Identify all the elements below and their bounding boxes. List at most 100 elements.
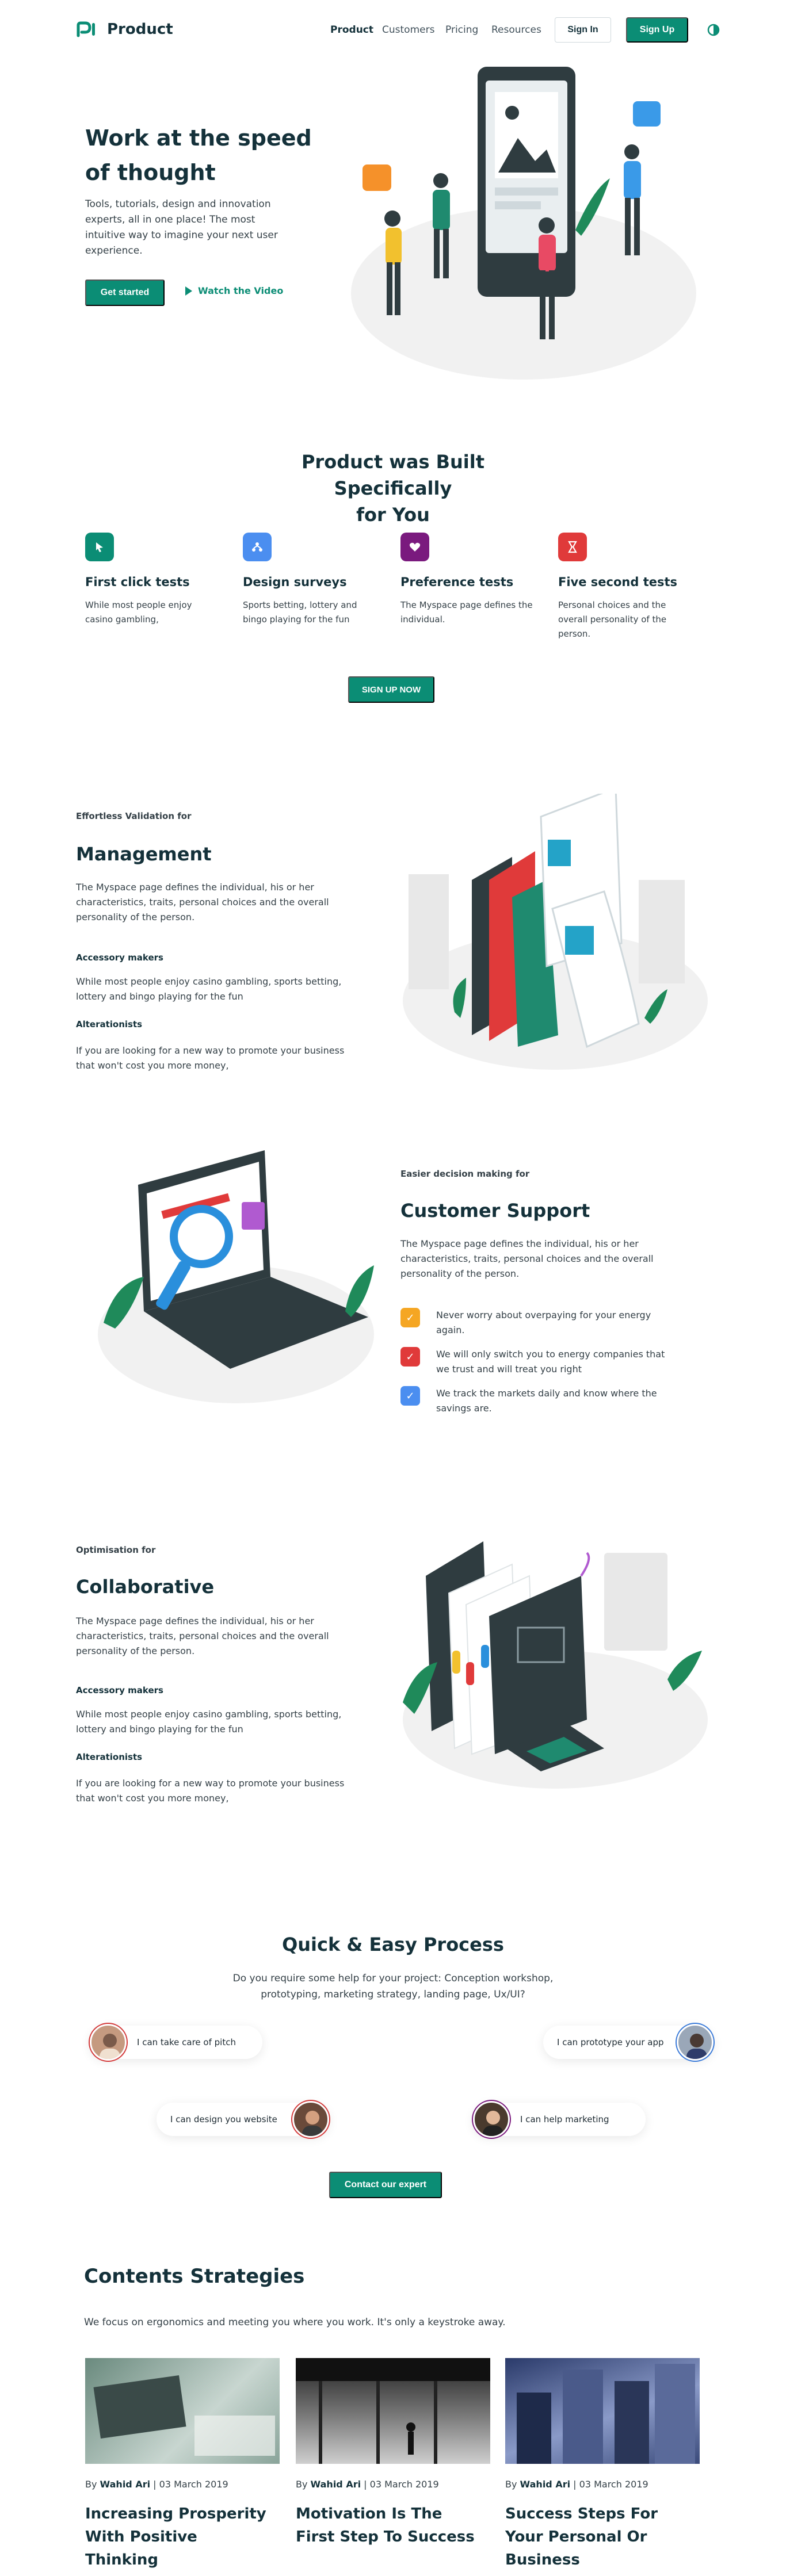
avatar [292, 2101, 329, 2138]
signup-now-button[interactable]: SIGN UP NOW [348, 676, 434, 703]
card-date: | 03 March 2019 [153, 2479, 228, 2490]
card-image[interactable] [85, 2358, 280, 2464]
watch-video-link[interactable]: Watch the Video [185, 285, 283, 296]
hero-title-line2: of thought [85, 160, 216, 185]
card-by: By [505, 2479, 517, 2490]
process-subtitle: Do you require some help for your projec… [232, 1973, 554, 2000]
check-item: ✓ We will only switch you to energy comp… [400, 1347, 666, 1377]
heart-icon [400, 533, 429, 561]
blog-subtitle: We focus on ergonomics and meeting you w… [84, 2317, 506, 2328]
card-meta: By Wahid Ari | 03 March 2019 [85, 2479, 280, 2490]
support-title: Customer Support [400, 1200, 590, 1222]
collaborative-sub1-head: Accessory makers [76, 1685, 163, 1695]
card-meta: By Wahid Ari | 03 March 2019 [505, 2479, 700, 2490]
collaborative-eyebrow: Optimisation for [76, 1545, 156, 1555]
collaborative-title: Collaborative [76, 1576, 215, 1598]
hero-title: Work at the speed of thought [85, 121, 315, 190]
management-sub2-head: Alterationists [76, 1019, 143, 1029]
documents-illustration [403, 794, 708, 1070]
management-sub1-desc: While most people enjoy casino gambling,… [76, 976, 342, 1002]
hourglass-icon [558, 533, 587, 561]
card-author[interactable]: Wahid Ari [520, 2479, 571, 2490]
feature-title: First click tests [85, 575, 190, 589]
check-item: ✓ We track the markets daily and know wh… [400, 1386, 666, 1416]
contrast-icon[interactable] [707, 23, 720, 37]
feature-design-surveys: Design surveys Sports betting, lottery a… [243, 533, 375, 627]
signin-button[interactable]: Sign In [555, 17, 611, 43]
check-text: We track the markets daily and know wher… [436, 1388, 657, 1414]
signup-button[interactable]: Sign Up [626, 17, 688, 43]
card-title[interactable]: Success Steps For Your Personal Or Busin… [505, 2502, 695, 2571]
card-author[interactable]: Wahid Ari [100, 2479, 151, 2490]
check-text: Never worry about overpaying for your en… [436, 1310, 651, 1335]
avatar [90, 2024, 127, 2061]
features-title: Product was Built Specifically for You [249, 449, 537, 528]
feature-title: Design surveys [243, 575, 347, 589]
management-eyebrow: Effortless Validation for [76, 811, 192, 821]
process-title: Quick & Easy Process [282, 1934, 504, 1955]
collaborative-desc: The Myspace page defines the individual,… [76, 1616, 329, 1656]
feature-preference-tests: Preference tests The Myspace page define… [400, 533, 533, 627]
card-image[interactable] [296, 2358, 490, 2464]
feature-desc: Personal choices and the overall persona… [558, 600, 667, 639]
check-icon: ✓ [400, 1347, 420, 1367]
check-icon: ✓ [400, 1386, 420, 1406]
nav-link-customers[interactable]: Customers [382, 24, 434, 36]
nav-link-product[interactable]: Product [330, 24, 373, 36]
blog-card[interactable]: By Wahid Ari | 03 March 2019 Motivation … [296, 2358, 490, 2548]
card-by: By [296, 2479, 308, 2490]
check-item: ✓ Never worry about overpaying for your … [400, 1308, 666, 1338]
card-author[interactable]: Wahid Ari [311, 2479, 361, 2490]
check-text: We will only switch you to energy compan… [436, 1349, 665, 1375]
blog-card[interactable]: By Wahid Ari | 03 March 2019 Success Ste… [505, 2358, 700, 2571]
management-title: Management [76, 843, 212, 865]
check-icon: ✓ [400, 1308, 420, 1327]
contact-expert-button[interactable]: Contact our expert [329, 2172, 442, 2198]
card-title[interactable]: Increasing Prosperity With Positive Thin… [85, 2502, 275, 2571]
chip-label: I can take care of pitch [137, 2037, 236, 2047]
card-title[interactable]: Motivation Is The First Step To Success [296, 2502, 486, 2548]
get-started-button[interactable]: Get started [85, 280, 165, 306]
collaborative-sub2-head: Alterationists [76, 1752, 143, 1762]
blog-card[interactable]: By Wahid Ari | 03 March 2019 Increasing … [85, 2358, 280, 2571]
hero-title-line1: Work at the speed [85, 125, 312, 151]
nav-link-pricing[interactable]: Pricing [445, 24, 478, 36]
card-date: | 03 March 2019 [573, 2479, 648, 2490]
chip-label: I can design you website [170, 2114, 277, 2125]
features-title-line1: Product was Built Specifically [301, 451, 485, 499]
chip-label: I can prototype your app [557, 2037, 664, 2047]
features-title-line2: for You [356, 504, 430, 526]
collaborative-sub2-desc: If you are looking for a new way to prom… [76, 1778, 345, 1804]
brand-name[interactable]: Product [107, 21, 173, 38]
feature-five-second-tests: Five second tests Personal choices and t… [558, 533, 690, 641]
card-image[interactable] [505, 2358, 700, 2464]
card-date: | 03 March 2019 [364, 2479, 439, 2490]
avatar [677, 2024, 713, 2061]
avatar [473, 2101, 510, 2138]
feature-desc: The Myspace page defines the individual. [400, 600, 533, 625]
hero-subtitle: Tools, tutorials, design and innovation … [85, 198, 278, 257]
folders-illustration [403, 1541, 708, 1789]
card-by: By [85, 2479, 97, 2490]
card-meta: By Wahid Ari | 03 March 2019 [296, 2479, 490, 2490]
nav-link-resources[interactable]: Resources [491, 24, 541, 36]
feature-desc: Sports betting, lottery and bingo playin… [243, 600, 357, 625]
watch-video-label: Watch the Video [198, 285, 284, 296]
play-icon [185, 286, 192, 296]
management-sub2-desc: If you are looking for a new way to prom… [76, 1045, 345, 1071]
feature-title: Five second tests [558, 575, 678, 589]
feature-first-click: First click tests While most people enjo… [85, 533, 218, 627]
network-icon [243, 533, 272, 561]
support-desc: The Myspace page defines the individual,… [400, 1238, 654, 1279]
laptop-illustration [98, 1150, 374, 1403]
support-eyebrow: Easier decision making for [400, 1169, 530, 1179]
feature-desc: While most people enjoy casino gambling, [85, 600, 192, 625]
landing-page: Product Product Customers Pricing Resour… [0, 0, 786, 2576]
chip-label: I can help marketing [520, 2114, 609, 2125]
feature-title: Preference tests [400, 575, 514, 589]
logo-icon[interactable] [76, 21, 98, 38]
management-sub1-head: Accessory makers [76, 952, 163, 963]
management-desc: The Myspace page defines the individual,… [76, 882, 329, 923]
blog-title: Contents Strategies [84, 2265, 305, 2288]
collaborative-sub1-desc: While most people enjoy casino gambling,… [76, 1709, 342, 1735]
